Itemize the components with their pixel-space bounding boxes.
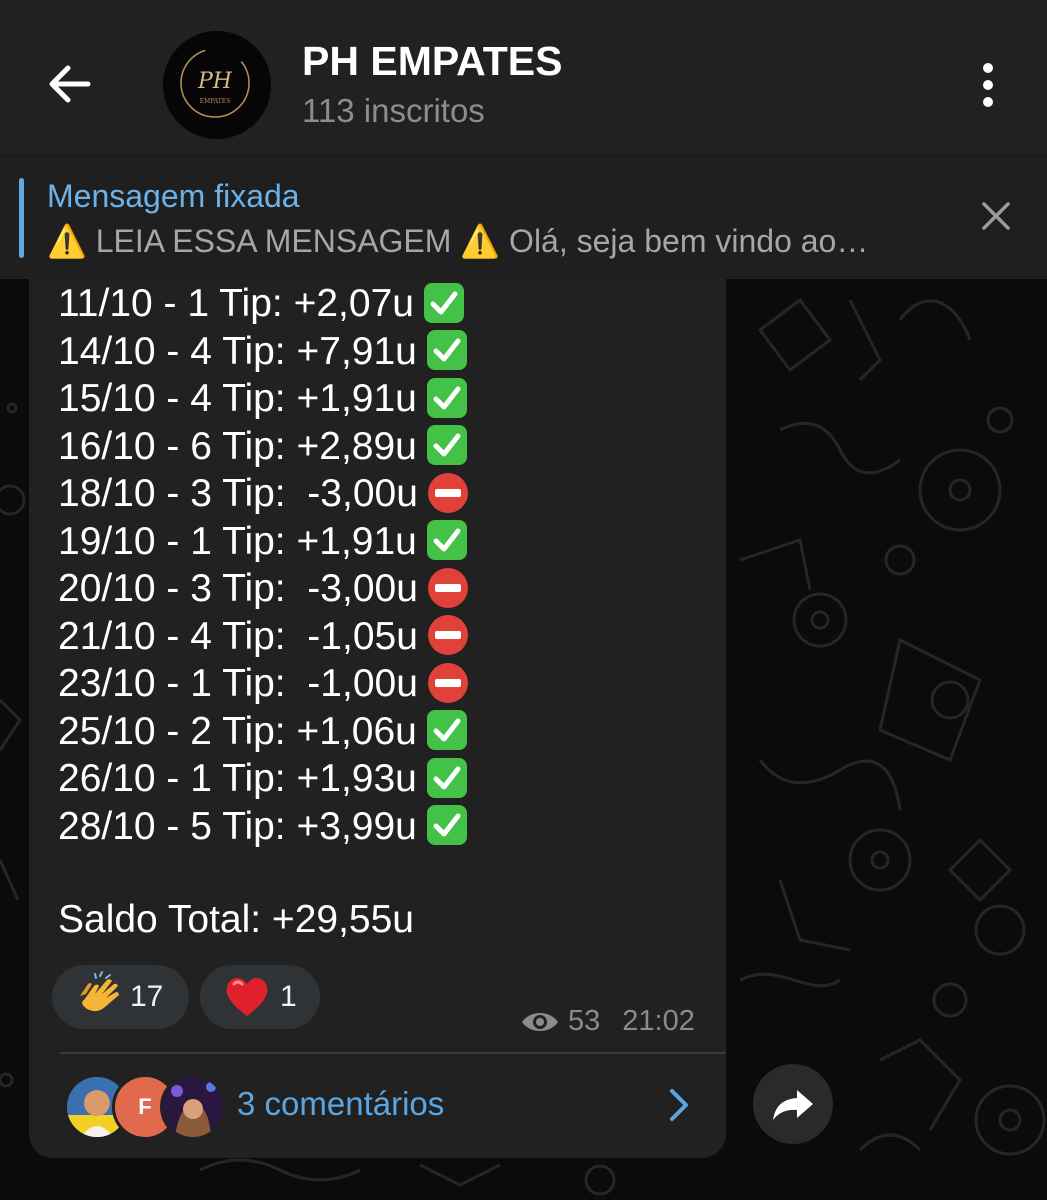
channel-logo: PH EMPATES xyxy=(163,31,271,139)
share-button[interactable] xyxy=(753,1064,833,1144)
result-text: 26/10 - 1 Tip: +1,93u xyxy=(58,757,417,800)
result-line: 20/10 - 3 Tip: -3,00u xyxy=(58,565,470,613)
channel-title[interactable]: PH EMPATES xyxy=(302,38,562,85)
svg-text:PH: PH xyxy=(197,69,233,94)
result-text: 21/10 - 4 Tip: -1,05u xyxy=(58,614,418,658)
close-icon[interactable] xyxy=(976,196,1016,236)
result-line: 18/10 - 3 Tip: -3,00u xyxy=(58,470,470,518)
chat-header: PH EMPATES PH EMPATES 113 inscritos xyxy=(0,0,1047,155)
clapping-hands-icon xyxy=(80,971,119,1012)
pinned-preview: ⚠️ LEIA ESSA MENSAGEM ⚠️ Olá, seja bem v… xyxy=(47,223,869,259)
result-line: 16/10 - 6 Tip: +2,89u xyxy=(58,423,470,471)
result-line: 25/10 - 2 Tip: +1,06u xyxy=(58,708,470,756)
pinned-message-bar[interactable]: Mensagem fixada ⚠️ LEIA ESSA MENSAGEM ⚠️… xyxy=(0,155,1047,279)
comments-button[interactable]: F 3 comentários xyxy=(60,1055,726,1155)
result-text: 18/10 - 3 Tip: -3,00u xyxy=(58,472,418,515)
commenter-avatar xyxy=(160,1074,226,1140)
message-text: 11/10 - 1 Tip: +2,07u 14/10 - 4 Tip: +7,9… xyxy=(58,280,470,850)
check-mark-icon xyxy=(426,330,467,371)
result-text: 19/10 - 1 Tip: +1,91u xyxy=(58,519,417,563)
check-mark-icon xyxy=(426,710,467,751)
check-mark-icon xyxy=(426,805,467,846)
result-line: 28/10 - 5 Tip: +3,99u xyxy=(58,803,470,851)
message-time: 21:02 xyxy=(622,1005,695,1037)
result-text: 25/10 - 2 Tip: +1,06u xyxy=(58,709,417,753)
svg-text:EMPATES: EMPATES xyxy=(200,98,231,105)
total-balance: Saldo Total: +29,55u xyxy=(58,898,414,941)
subscriber-count: 113 inscritos xyxy=(302,92,485,129)
no-entry-icon xyxy=(427,472,468,513)
result-line: 15/10 - 4 Tip: +1,91u xyxy=(58,375,470,423)
check-mark-icon xyxy=(426,757,467,798)
result-line: 26/10 - 1 Tip: +1,93u xyxy=(58,755,470,803)
no-entry-icon xyxy=(427,567,468,608)
reaction-clap[interactable]: 17 xyxy=(52,965,189,1029)
result-text: 23/10 - 1 Tip: -1,00u xyxy=(58,662,418,705)
result-text: 14/10 - 4 Tip: +7,91u xyxy=(58,329,417,373)
result-line: 19/10 - 1 Tip: +1,91u xyxy=(58,518,470,566)
eye-icon xyxy=(522,1012,558,1031)
divider xyxy=(60,1052,726,1054)
arrow-left-icon[interactable] xyxy=(38,52,102,116)
check-mark-icon xyxy=(426,377,467,418)
chevron-right-icon xyxy=(670,1089,688,1121)
check-mark-icon xyxy=(426,425,467,466)
message-meta: 53 21:02 xyxy=(520,1005,695,1038)
reaction-heart[interactable]: 1 xyxy=(200,965,320,1029)
result-text: 11/10 - 1 Tip: +2,07u xyxy=(58,282,414,325)
result-line: 21/10 - 4 Tip: -1,05u xyxy=(58,613,470,661)
result-line: 11/10 - 1 Tip: +2,07u xyxy=(58,280,470,328)
result-line: 14/10 - 4 Tip: +7,91u xyxy=(58,328,470,376)
check-mark-icon xyxy=(426,520,467,561)
view-count: 53 xyxy=(568,1005,601,1037)
comments-label: 3 comentários xyxy=(237,1085,445,1122)
result-text: 16/10 - 6 Tip: +2,89u xyxy=(58,424,417,468)
no-entry-icon xyxy=(427,662,468,703)
check-mark-icon xyxy=(423,282,464,323)
more-vertical-icon[interactable] xyxy=(970,58,1006,114)
result-text: 28/10 - 5 Tip: +3,99u xyxy=(58,804,417,848)
channel-avatar[interactable]: PH EMPATES xyxy=(163,31,271,139)
result-text: 15/10 - 4 Tip: +1,91u xyxy=(58,377,417,420)
share-arrow-icon xyxy=(773,1090,813,1120)
pinned-indicator xyxy=(19,178,24,258)
avatar-letter: F xyxy=(138,1094,152,1119)
no-entry-icon xyxy=(427,615,468,656)
result-line: 23/10 - 1 Tip: -1,00u xyxy=(58,660,470,708)
red-heart-icon xyxy=(226,978,268,1016)
pinned-title: Mensagem fixada xyxy=(47,178,300,214)
result-text: 20/10 - 3 Tip: -3,00u xyxy=(58,567,418,610)
reaction-count: 17 xyxy=(130,980,164,1013)
reaction-count: 1 xyxy=(280,980,297,1013)
